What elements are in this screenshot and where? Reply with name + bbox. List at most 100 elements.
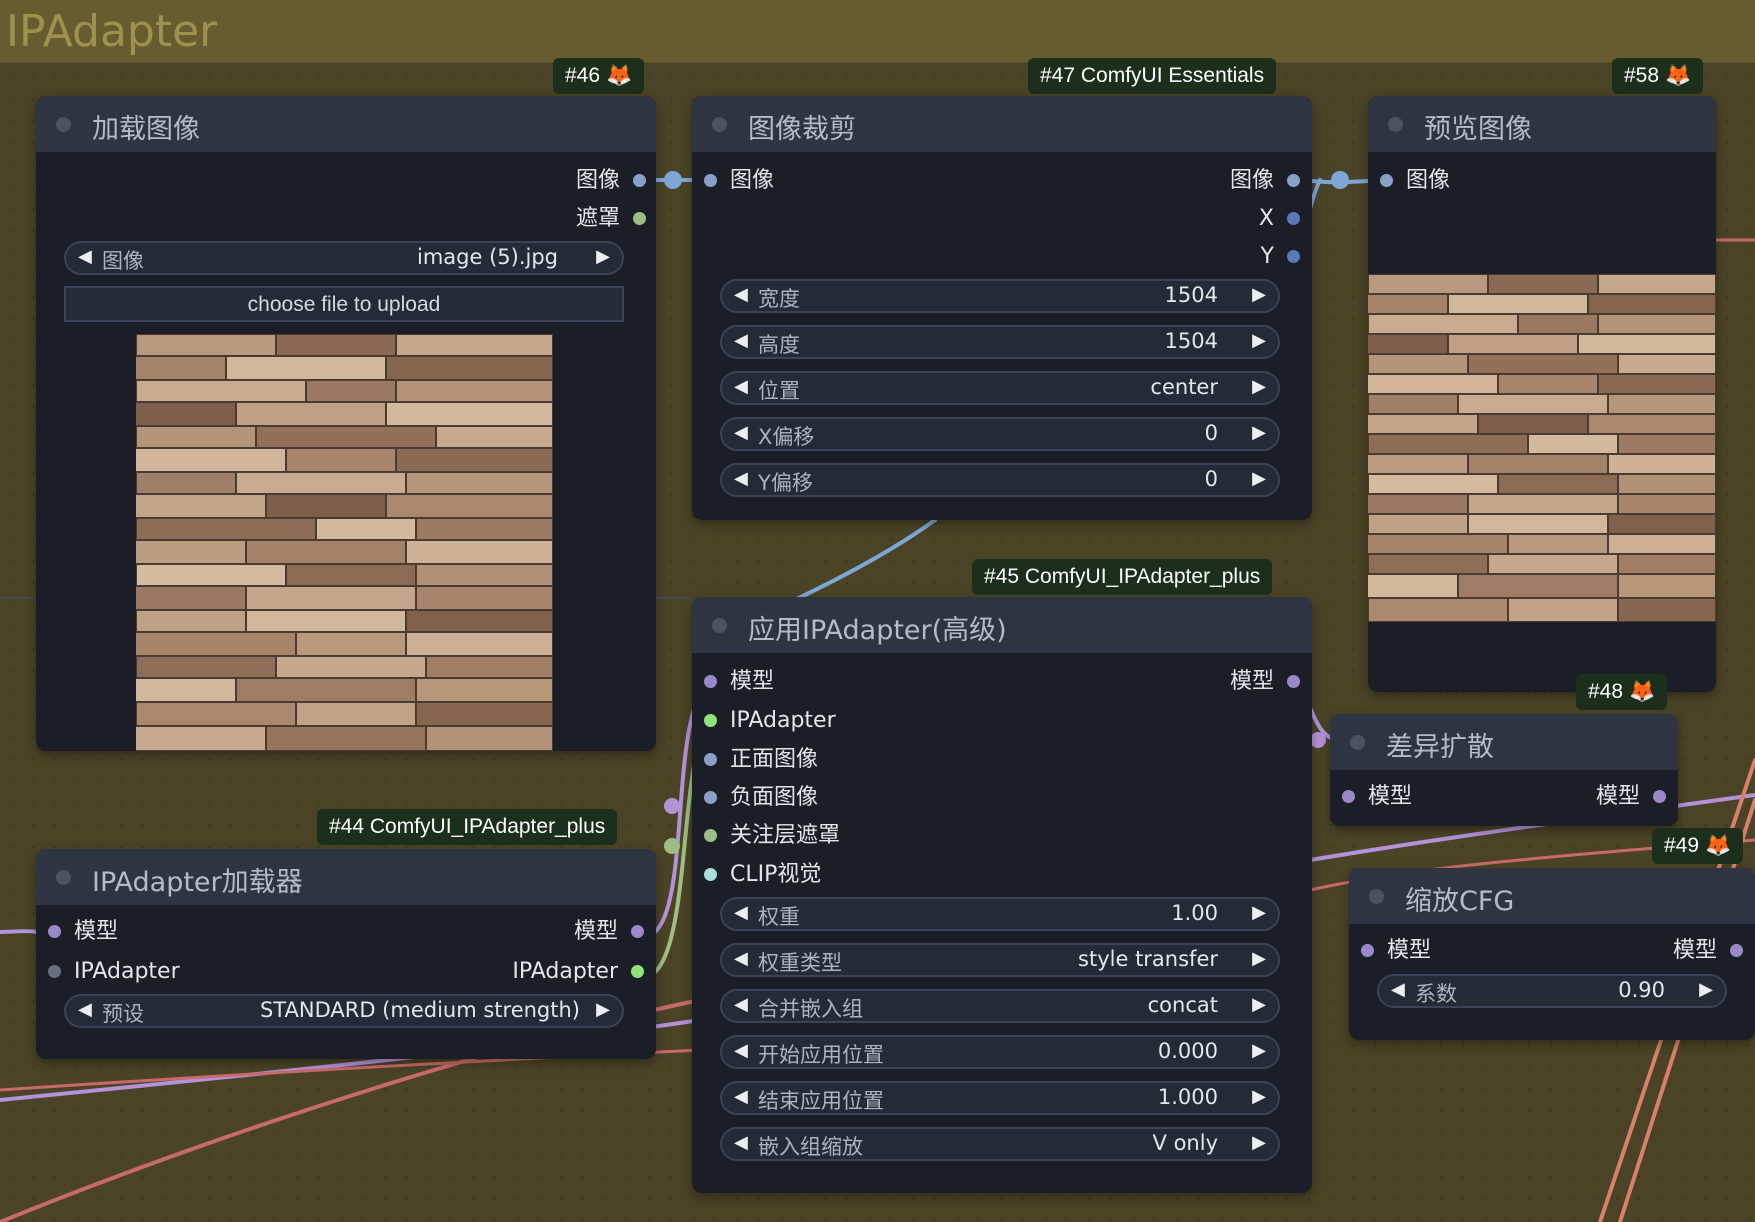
multiplier-widget[interactable]: ◀ 系数 0.90 ▶ [1377,974,1727,1008]
collapse-dot[interactable] [712,618,727,633]
node-ipadapter-loader[interactable]: IPAdapter加载器 模型 模型 IPAdapter IPAdapter ◀… [36,849,656,1059]
increment-arrow[interactable]: ▶ [1252,902,1266,923]
collapse-dot[interactable] [1369,889,1384,904]
output-socket[interactable] [631,965,644,978]
node-header[interactable]: 差异扩散 [1330,714,1678,770]
increment-arrow[interactable]: ▶ [596,246,610,267]
output-model[interactable]: 模型 [1673,936,1743,966]
input-attn-mask[interactable]: 关注层遮罩 [704,821,840,851]
group-header[interactable]: IPAdapter [0,0,1755,63]
end-at-widget[interactable]: ◀ 结束应用位置 1.000 ▶ [720,1081,1280,1115]
input-positive-image[interactable]: 正面图像 [704,745,818,775]
node-header[interactable]: 图像裁剪 [692,96,1312,152]
collapse-dot[interactable] [712,117,727,132]
image-combo-widget[interactable]: ◀ 图像 image (5).jpg ▶ [64,241,624,275]
input-socket[interactable] [704,829,717,842]
embeds-scaling-widget[interactable]: ◀ 嵌入组缩放 V only ▶ [720,1127,1280,1161]
combine-embeds-widget[interactable]: ◀ 合并嵌入组 concat ▶ [720,989,1280,1023]
output-socket[interactable] [1287,675,1300,688]
increment-arrow[interactable]: ▶ [1252,330,1266,351]
node-ipadapter-advanced[interactable]: 应用IPAdapter(高级) 模型 模型 IPAdapter 正面图像 负面图… [692,597,1312,1193]
decrement-arrow[interactable]: ◀ [78,246,92,267]
position-widget[interactable]: ◀ 位置 center ▶ [720,371,1280,405]
weight-type-widget[interactable]: ◀ 权重类型 style transfer ▶ [720,943,1280,977]
input-image[interactable]: 图像 [704,166,774,196]
collapse-dot[interactable] [56,117,71,132]
increment-arrow[interactable]: ▶ [1252,1040,1266,1061]
x-offset-widget[interactable]: ◀ X偏移 0 ▶ [720,417,1280,451]
output-socket[interactable] [633,212,646,225]
node-header[interactable]: 预览图像 [1368,96,1716,152]
input-socket[interactable] [48,965,61,978]
input-image[interactable]: 图像 [1380,166,1450,196]
output-model[interactable]: 模型 [1230,667,1300,697]
decrement-arrow[interactable]: ◀ [734,376,748,397]
node-preview-image[interactable]: 预览图像 图像 [1368,96,1716,692]
node-differential-diffusion[interactable]: 差异扩散 模型 模型 [1330,714,1678,826]
input-socket[interactable] [704,753,717,766]
decrement-arrow[interactable]: ◀ [734,948,748,969]
output-socket[interactable] [1287,174,1300,187]
collapse-dot[interactable] [56,870,71,885]
height-widget[interactable]: ◀ 高度 1504 ▶ [720,325,1280,359]
decrement-arrow[interactable]: ◀ [734,468,748,489]
decrement-arrow[interactable]: ◀ [734,1132,748,1153]
increment-arrow[interactable]: ▶ [1252,994,1266,1015]
increment-arrow[interactable]: ▶ [1252,1086,1266,1107]
input-socket[interactable] [704,868,717,881]
input-socket[interactable] [48,925,61,938]
input-ipadapter[interactable]: IPAdapter [48,957,180,987]
input-model[interactable]: 模型 [1361,936,1431,966]
node-header[interactable]: 加载图像 [36,96,656,152]
input-socket[interactable] [704,791,717,804]
output-x[interactable]: X [1259,204,1300,234]
weight-widget[interactable]: ◀ 权重 1.00 ▶ [720,897,1280,931]
input-negative-image[interactable]: 负面图像 [704,783,818,813]
input-socket[interactable] [1380,174,1393,187]
output-socket[interactable] [1730,944,1743,957]
y-offset-widget[interactable]: ◀ Y偏移 0 ▶ [720,463,1280,497]
increment-arrow[interactable]: ▶ [596,999,610,1020]
output-socket[interactable] [633,174,646,187]
decrement-arrow[interactable]: ◀ [1391,979,1405,1000]
increment-arrow[interactable]: ▶ [1699,979,1713,1000]
decrement-arrow[interactable]: ◀ [734,330,748,351]
decrement-arrow[interactable]: ◀ [734,1040,748,1061]
output-socket[interactable] [1653,790,1666,803]
decrement-arrow[interactable]: ◀ [734,1086,748,1107]
preset-widget[interactable]: ◀ 预设 STANDARD (medium strength) ▶ [64,994,624,1028]
node-header[interactable]: IPAdapter加载器 [36,849,656,905]
output-image[interactable]: 图像 [576,166,646,196]
increment-arrow[interactable]: ▶ [1252,1132,1266,1153]
output-image[interactable]: 图像 [1230,166,1300,196]
decrement-arrow[interactable]: ◀ [78,999,92,1020]
input-socket[interactable] [1361,944,1374,957]
input-socket[interactable] [704,675,717,688]
input-ipadapter[interactable]: IPAdapter [704,706,836,736]
output-model[interactable]: 模型 [574,917,644,947]
input-socket[interactable] [704,714,717,727]
width-widget[interactable]: ◀ 宽度 1504 ▶ [720,279,1280,313]
output-model[interactable]: 模型 [1596,782,1666,812]
input-model[interactable]: 模型 [704,667,774,697]
increment-arrow[interactable]: ▶ [1252,376,1266,397]
increment-arrow[interactable]: ▶ [1252,284,1266,305]
output-ipadapter[interactable]: IPAdapter [512,957,644,987]
decrement-arrow[interactable]: ◀ [734,902,748,923]
input-model[interactable]: 模型 [48,917,118,947]
increment-arrow[interactable]: ▶ [1252,422,1266,443]
input-socket[interactable] [1342,790,1355,803]
input-socket[interactable] [704,174,717,187]
upload-button[interactable]: choose file to upload [64,286,624,322]
output-socket[interactable] [1287,250,1300,263]
collapse-dot[interactable] [1388,117,1403,132]
node-image-crop[interactable]: 图像裁剪 图像 图像 X Y ◀ 宽度 1504 ▶ ◀ 高度 1504 ▶ ◀… [692,96,1312,520]
increment-arrow[interactable]: ▶ [1252,948,1266,969]
node-rescale-cfg[interactable]: 缩放CFG 模型 模型 ◀ 系数 0.90 ▶ [1349,868,1755,1040]
input-clip-vision[interactable]: CLIP视觉 [704,860,821,890]
output-socket[interactable] [631,925,644,938]
output-y[interactable]: Y [1261,242,1300,272]
input-model[interactable]: 模型 [1342,782,1412,812]
decrement-arrow[interactable]: ◀ [734,284,748,305]
decrement-arrow[interactable]: ◀ [734,422,748,443]
